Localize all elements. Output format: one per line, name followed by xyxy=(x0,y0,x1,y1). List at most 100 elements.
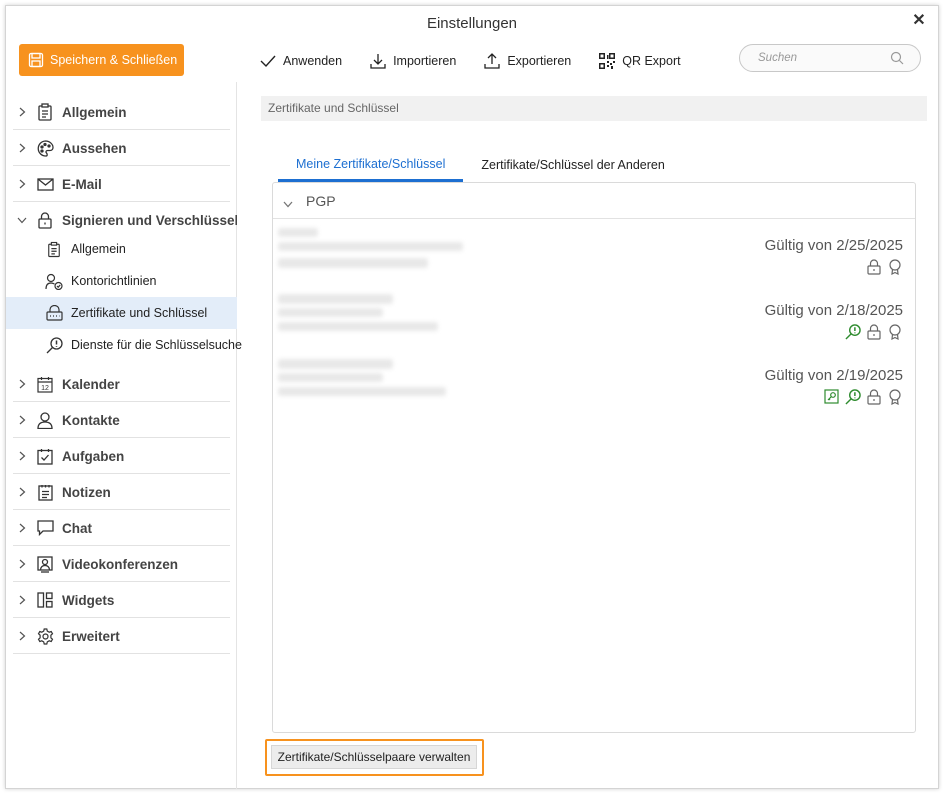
certificate-row[interactable]: Gültig von 2/19/2025 xyxy=(273,355,915,419)
certificate-lock-icon xyxy=(45,304,63,322)
sidebar-item-contacts[interactable]: Kontakte xyxy=(6,402,237,438)
pgp-group-header[interactable]: PGP xyxy=(273,183,915,219)
sidebar-item-chat[interactable]: Chat xyxy=(6,510,237,546)
lock-icon xyxy=(865,258,882,275)
sidebar-item-label: Videokonferenzen xyxy=(62,556,179,572)
chevron-right-icon[interactable] xyxy=(16,378,28,390)
export-label: Exportieren xyxy=(507,54,572,68)
redacted-text xyxy=(278,294,393,304)
sidebar-item-email[interactable]: E-Mail xyxy=(6,166,237,202)
breadcrumb: Zertifikate und Schlüssel xyxy=(261,96,927,121)
sidebar-item-label: E-Mail xyxy=(62,176,102,192)
redacted-text xyxy=(278,359,393,369)
search-field[interactable] xyxy=(739,44,921,72)
save-and-close-button[interactable]: Speichern & Schließen xyxy=(19,44,184,76)
save-icon xyxy=(28,52,44,68)
sidebar-item-calendar[interactable]: 12 Kalender xyxy=(6,366,237,402)
tab-my-certificates[interactable]: Meine Zertifikate/Schlüssel xyxy=(278,148,464,182)
chevron-right-icon[interactable] xyxy=(16,142,28,154)
chevron-right-icon[interactable] xyxy=(16,178,28,190)
sidebar-subitem-label: Zertifikate und Schlüssel xyxy=(71,306,208,320)
manage-certificates-button[interactable]: Zertifikate/Schlüsselpaare verwalten xyxy=(271,745,477,769)
certificate-badges xyxy=(840,323,903,340)
sidebar-item-label: Aussehen xyxy=(62,140,127,156)
notes-icon xyxy=(36,483,54,501)
settings-window: Einstellungen ✕ Speichern & Schließen An… xyxy=(5,5,939,789)
person-icon xyxy=(36,411,54,429)
video-icon xyxy=(36,555,54,573)
sidebar-item-label: Allgemein xyxy=(62,104,127,120)
redacted-text xyxy=(278,242,463,251)
chevron-down-icon[interactable] xyxy=(283,197,295,208)
sidebar-item-widgets[interactable]: Widgets xyxy=(6,582,237,618)
certificate-row[interactable]: Gültig von 2/18/2025 xyxy=(273,290,915,354)
apply-button[interactable]: Anwenden xyxy=(259,52,342,70)
qr-export-button[interactable]: QR Export xyxy=(598,52,681,70)
gear-icon xyxy=(36,627,54,645)
palette-icon xyxy=(36,139,54,157)
lock-icon xyxy=(865,323,882,340)
certificate-list-panel: PGP Gültig von 2/25/2025 Gültig von 2/18… xyxy=(272,182,916,733)
chevron-right-icon[interactable] xyxy=(16,558,28,570)
search-icon[interactable] xyxy=(890,51,904,65)
tab-others-certificates[interactable]: Zertifikate/Schlüssel der Anderen xyxy=(463,148,682,182)
validity-date: Gültig von 2/19/2025 xyxy=(764,367,903,384)
chevron-right-icon[interactable] xyxy=(16,522,28,534)
sidebar: Allgemein Aussehen E-Mail Signieren und … xyxy=(6,82,242,789)
window-title: Einstellungen xyxy=(426,15,518,32)
sidebar-item-notes[interactable]: Notizen xyxy=(6,474,237,510)
validity-date: Gültig von 2/25/2025 xyxy=(764,237,903,254)
calendar-icon: 12 xyxy=(36,375,54,393)
sidebar-item-advanced[interactable]: Erweitert xyxy=(6,618,237,654)
sidebar-subitem-key-lookup-services[interactable]: Dienste für die Schlüsselsuche xyxy=(6,329,242,361)
lock-icon xyxy=(36,211,54,229)
redacted-text xyxy=(278,308,383,317)
award-icon xyxy=(886,388,903,405)
widgets-icon xyxy=(36,591,54,609)
sidebar-item-label: Erweitert xyxy=(62,628,120,644)
key-certificate-green-icon xyxy=(823,388,840,405)
clipboard-icon xyxy=(45,240,63,258)
sidebar-subitem-general[interactable]: Allgemein xyxy=(6,233,237,265)
sidebar-item-tasks[interactable]: Aufgaben xyxy=(6,438,237,474)
chat-icon xyxy=(36,519,54,537)
sidebar-item-label: Chat xyxy=(62,520,92,536)
sidebar-subitem-label: Allgemein xyxy=(71,242,126,256)
search-input[interactable] xyxy=(758,52,878,64)
redacted-text xyxy=(278,258,428,268)
manage-button-highlight: Zertifikate/Schlüsselpaare verwalten xyxy=(265,739,484,776)
save-and-close-label: Speichern & Schließen xyxy=(50,53,178,67)
sidebar-subitem-account-policies[interactable]: Kontorichtlinien xyxy=(6,265,237,297)
redacted-text xyxy=(278,322,438,331)
chevron-right-icon[interactable] xyxy=(16,486,28,498)
chevron-right-icon[interactable] xyxy=(16,414,28,426)
key-search-icon xyxy=(45,336,63,354)
chevron-right-icon[interactable] xyxy=(16,630,28,642)
redacted-text xyxy=(278,228,318,237)
account-policy-icon xyxy=(45,272,63,290)
export-icon xyxy=(483,52,501,70)
certificate-row[interactable]: Gültig von 2/25/2025 xyxy=(273,225,915,289)
sidebar-subitem-label: Dienste für die Schlüsselsuche xyxy=(71,338,242,352)
close-icon[interactable]: ✕ xyxy=(910,12,928,30)
sidebar-item-general[interactable]: Allgemein xyxy=(6,94,237,130)
certificate-badges xyxy=(861,258,903,275)
clipboard-icon xyxy=(36,103,54,121)
divider xyxy=(13,653,230,654)
chevron-right-icon[interactable] xyxy=(16,594,28,606)
checkmark-icon xyxy=(259,52,277,70)
validity-date: Gültig von 2/18/2025 xyxy=(764,302,903,319)
redacted-text xyxy=(278,387,446,396)
import-button[interactable]: Importieren xyxy=(369,52,456,70)
sidebar-subitem-label: Kontorichtlinien xyxy=(71,274,157,288)
sidebar-item-video-conferences[interactable]: Videokonferenzen xyxy=(6,546,237,582)
qr-export-label: QR Export xyxy=(622,54,681,68)
sidebar-item-appearance[interactable]: Aussehen xyxy=(6,130,237,166)
chevron-down-icon[interactable] xyxy=(16,214,28,226)
chevron-right-icon[interactable] xyxy=(16,106,28,118)
toolbar: Anwenden Importieren Exportieren QR Expo… xyxy=(259,50,708,72)
chevron-right-icon[interactable] xyxy=(16,450,28,462)
sidebar-subitem-certificates-keys[interactable]: Zertifikate und Schlüssel xyxy=(6,297,237,329)
tab-bar: Meine Zertifikate/Schlüssel Zertifikate/… xyxy=(278,148,683,182)
export-button[interactable]: Exportieren xyxy=(483,52,571,70)
